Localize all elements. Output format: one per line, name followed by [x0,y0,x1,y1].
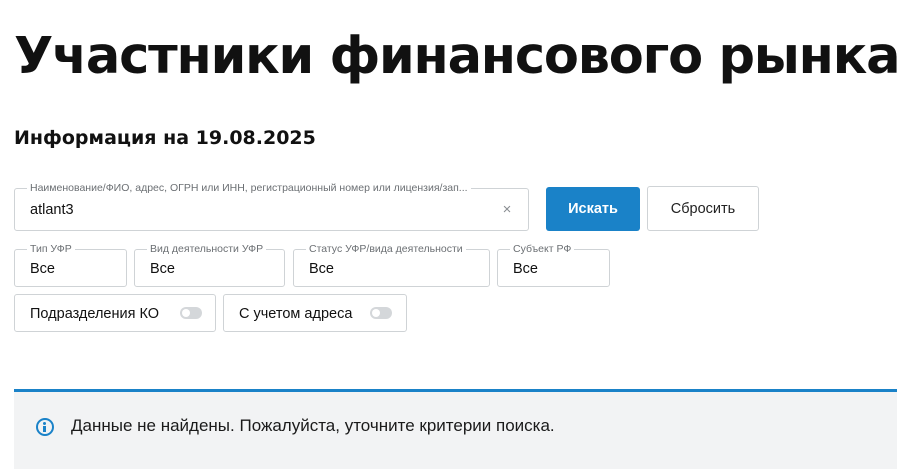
search-field-label: Наименование/ФИО, адрес, ОГРН или ИНН, р… [27,182,471,195]
filter-ufr-type-select[interactable]: Тип УФР Все [14,243,127,287]
filter-ufr-type-label: Тип УФР [27,243,75,256]
info-date-heading: Информация на 19.08.2025 [14,127,316,149]
search-button[interactable]: Искать [546,187,640,231]
filter-activity-type-value: Все [150,261,175,277]
toggle-ko-divisions[interactable]: Подразделения КО [14,294,216,332]
toggle-ko-divisions-switch[interactable] [180,307,202,319]
toggle-knob [372,309,380,317]
toggle-knob [182,309,190,317]
toggle-address[interactable]: С учетом адреса [223,294,407,332]
reset-button[interactable]: Сбросить [647,186,759,231]
toggle-address-label: С учетом адреса [239,306,353,322]
no-results-notice: Данные не найдены. Пожалуйста, уточните … [14,392,897,469]
page-title: Участники финансового рынка [14,27,897,86]
filter-activity-type-select[interactable]: Вид деятельности УФР Все [134,243,285,287]
filter-region-select[interactable]: Субъект РФ Все [497,243,610,287]
filter-ufr-type-value: Все [30,261,55,277]
filter-activity-type-label: Вид деятельности УФР [147,243,267,256]
clear-icon[interactable]: × [500,201,514,219]
filter-region-label: Субъект РФ [510,243,575,256]
filter-status-select[interactable]: Статус УФР/вида деятельности Все [293,243,490,287]
info-icon [36,418,54,436]
search-field[interactable]: Наименование/ФИО, адрес, ОГРН или ИНН, р… [14,182,529,231]
filter-status-label: Статус УФР/вида деятельности [306,243,466,256]
search-input[interactable] [30,200,490,220]
toggle-address-switch[interactable] [370,307,392,319]
filter-region-value: Все [513,261,538,277]
no-results-message: Данные не найдены. Пожалуйста, уточните … [71,416,555,435]
filter-status-value: Все [309,261,334,277]
toggle-ko-divisions-label: Подразделения КО [30,306,160,322]
page: Участники финансового рынка Информация н… [0,0,897,469]
